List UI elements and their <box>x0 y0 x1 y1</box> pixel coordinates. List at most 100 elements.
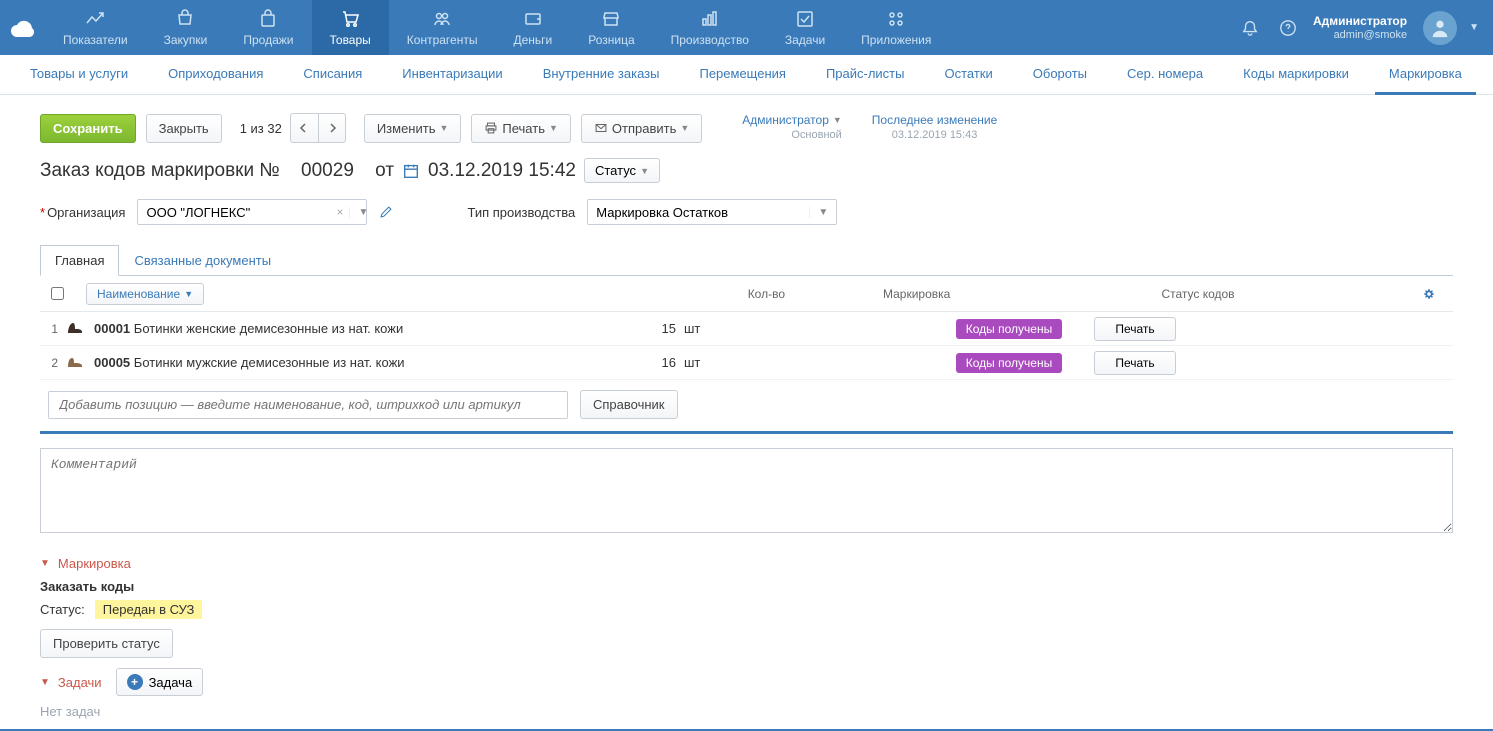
item-qty: 15 <box>594 321 684 336</box>
subnav-pricelists[interactable]: Прайс-листы <box>812 55 919 95</box>
catalog-button[interactable]: Справочник <box>580 390 678 419</box>
nav-item-purchases[interactable]: Закупки <box>146 0 226 55</box>
title-number: 00029 <box>301 160 354 182</box>
nav-label: Закупки <box>164 33 208 47</box>
chevron-down-icon[interactable]: ▼ <box>833 113 842 128</box>
table-row[interactable]: 2 00005 Ботинки мужские демисезонные из … <box>40 346 1453 380</box>
check-status-button[interactable]: Проверить статус <box>40 629 173 658</box>
item-code: 00001 <box>94 321 130 336</box>
item-qty: 16 <box>594 355 684 370</box>
last-changed-link[interactable]: Последнее изменение <box>872 113 997 128</box>
comment-textarea[interactable] <box>40 448 1453 533</box>
add-task-button[interactable]: +Задача <box>116 668 204 696</box>
owner-link[interactable]: Администратор <box>742 113 829 128</box>
pager-next[interactable] <box>318 113 346 143</box>
nav-item-indicators[interactable]: Показатели <box>45 0 146 55</box>
prodtype-input[interactable] <box>588 205 809 220</box>
cart-icon <box>340 9 360 29</box>
status-dropdown[interactable]: Статус▼ <box>584 158 660 183</box>
org-label: *Организация <box>40 205 125 220</box>
items-table: Наименование ▼ Кол-во Маркировка Статус … <box>40 276 1453 434</box>
subnav-goods[interactable]: Товары и услуги <box>16 55 142 95</box>
avatar[interactable] <box>1423 11 1457 45</box>
org-combo[interactable]: × ▼ <box>137 199 367 225</box>
prodtype-combo[interactable]: ▼ <box>587 199 837 225</box>
print-row-button[interactable]: Печать <box>1094 317 1175 341</box>
nav-item-retail[interactable]: Розница <box>570 0 652 55</box>
nav-label: Продажи <box>243 33 293 47</box>
user-login: admin@smoke <box>1334 28 1408 42</box>
table-header: Наименование ▼ Кол-во Маркировка Статус … <box>40 276 1453 312</box>
item-unit: шт <box>684 321 774 336</box>
title-from: от <box>375 160 394 182</box>
bell-icon[interactable] <box>1237 15 1263 41</box>
nav-items: Показатели Закупки Продажи Товары Контра… <box>45 0 949 55</box>
wallet-icon <box>523 9 543 29</box>
marking-section: ▼Маркировка Заказать коды Статус: Переда… <box>40 556 1453 658</box>
item-name: Ботинки мужские демисезонные из нат. кож… <box>134 355 405 370</box>
no-tasks-text: Нет задач <box>40 704 1453 719</box>
marking-header[interactable]: ▼Маркировка <box>40 556 1453 571</box>
nav-label: Товары <box>330 33 371 47</box>
col-label: Наименование <box>97 287 180 301</box>
save-button[interactable]: Сохранить <box>40 114 136 143</box>
nav-item-sales[interactable]: Продажи <box>225 0 311 55</box>
chevron-down-icon[interactable]: ▼ <box>349 207 376 218</box>
boot-icon <box>65 319 85 339</box>
close-button[interactable]: Закрыть <box>146 114 222 143</box>
item-code: 00005 <box>94 355 130 370</box>
tab-linked[interactable]: Связанные документы <box>119 245 286 276</box>
last-changed-info: Последнее изменение 03.12.2019 15:43 <box>872 113 997 143</box>
chevron-down-icon[interactable]: ▼ <box>809 207 836 218</box>
pager-prev[interactable] <box>290 113 318 143</box>
status-badge: Коды получены <box>956 353 1062 373</box>
subnav-writeoffs[interactable]: Списания <box>289 55 376 95</box>
subnav-marking-codes[interactable]: Коды маркировки <box>1229 55 1363 95</box>
chevron-down-icon: ▼ <box>640 166 649 176</box>
nav-item-money[interactable]: Деньги <box>495 0 570 55</box>
subnav-stock[interactable]: Остатки <box>930 55 1006 95</box>
prodtype-label: Тип производства <box>467 205 575 220</box>
user-menu-dropdown[interactable]: ▼ <box>1469 22 1479 33</box>
nav-item-counterparties[interactable]: Контрагенты <box>389 0 496 55</box>
subnav-internal-orders[interactable]: Внутренние заказы <box>529 55 674 95</box>
clear-icon[interactable]: × <box>330 205 349 219</box>
gear-icon[interactable] <box>1423 288 1453 300</box>
subnav-marking[interactable]: Маркировка <box>1375 55 1476 95</box>
status-label: Статус: <box>40 602 85 617</box>
subnav-inventory[interactable]: Инвентаризации <box>388 55 516 95</box>
org-input[interactable] <box>138 205 330 220</box>
table-row[interactable]: 1 00001 Ботинки женские демисезонные из … <box>40 312 1453 346</box>
row-num: 2 <box>40 356 64 370</box>
chevron-left-icon <box>299 123 309 133</box>
status-highlight: Передан в СУЗ <box>95 600 203 619</box>
people-icon <box>432 9 452 29</box>
btn-label: Печать <box>502 121 545 136</box>
col-qty: Кол-во <box>683 287 793 301</box>
print-button[interactable]: Печать▼ <box>471 114 571 143</box>
nav-item-tasks[interactable]: Задачи <box>767 0 843 55</box>
print-row-button[interactable]: Печать <box>1094 351 1175 375</box>
subnav-transfers[interactable]: Перемещения <box>685 55 799 95</box>
product-thumb <box>64 318 86 340</box>
nav-item-apps[interactable]: Приложения <box>843 0 949 55</box>
subnav-turnover[interactable]: Обороты <box>1019 55 1101 95</box>
send-button[interactable]: Отправить▼ <box>581 114 702 143</box>
help-icon[interactable] <box>1275 15 1301 41</box>
calendar-icon[interactable] <box>402 162 420 180</box>
user-name: Администратор <box>1313 14 1407 28</box>
nav-item-products[interactable]: Товары <box>312 0 389 55</box>
change-button[interactable]: Изменить▼ <box>364 114 462 143</box>
form-row: *Организация × ▼ Тип производства ▼ <box>0 199 1493 245</box>
subnav-serials[interactable]: Сер. номера <box>1113 55 1217 95</box>
logo[interactable] <box>0 0 45 55</box>
name-sort-button[interactable]: Наименование ▼ <box>86 283 204 305</box>
tab-main[interactable]: Главная <box>40 245 119 276</box>
tasks-header[interactable]: ▼Задачи <box>40 675 102 690</box>
nav-item-manufacture[interactable]: Производство <box>653 0 767 55</box>
subnav-receipts[interactable]: Оприходования <box>154 55 277 95</box>
owner-info: Администратор ▼ Основной <box>742 113 842 143</box>
select-all-checkbox[interactable] <box>51 287 64 300</box>
edit-icon[interactable] <box>379 205 393 219</box>
add-item-input[interactable] <box>48 391 568 419</box>
